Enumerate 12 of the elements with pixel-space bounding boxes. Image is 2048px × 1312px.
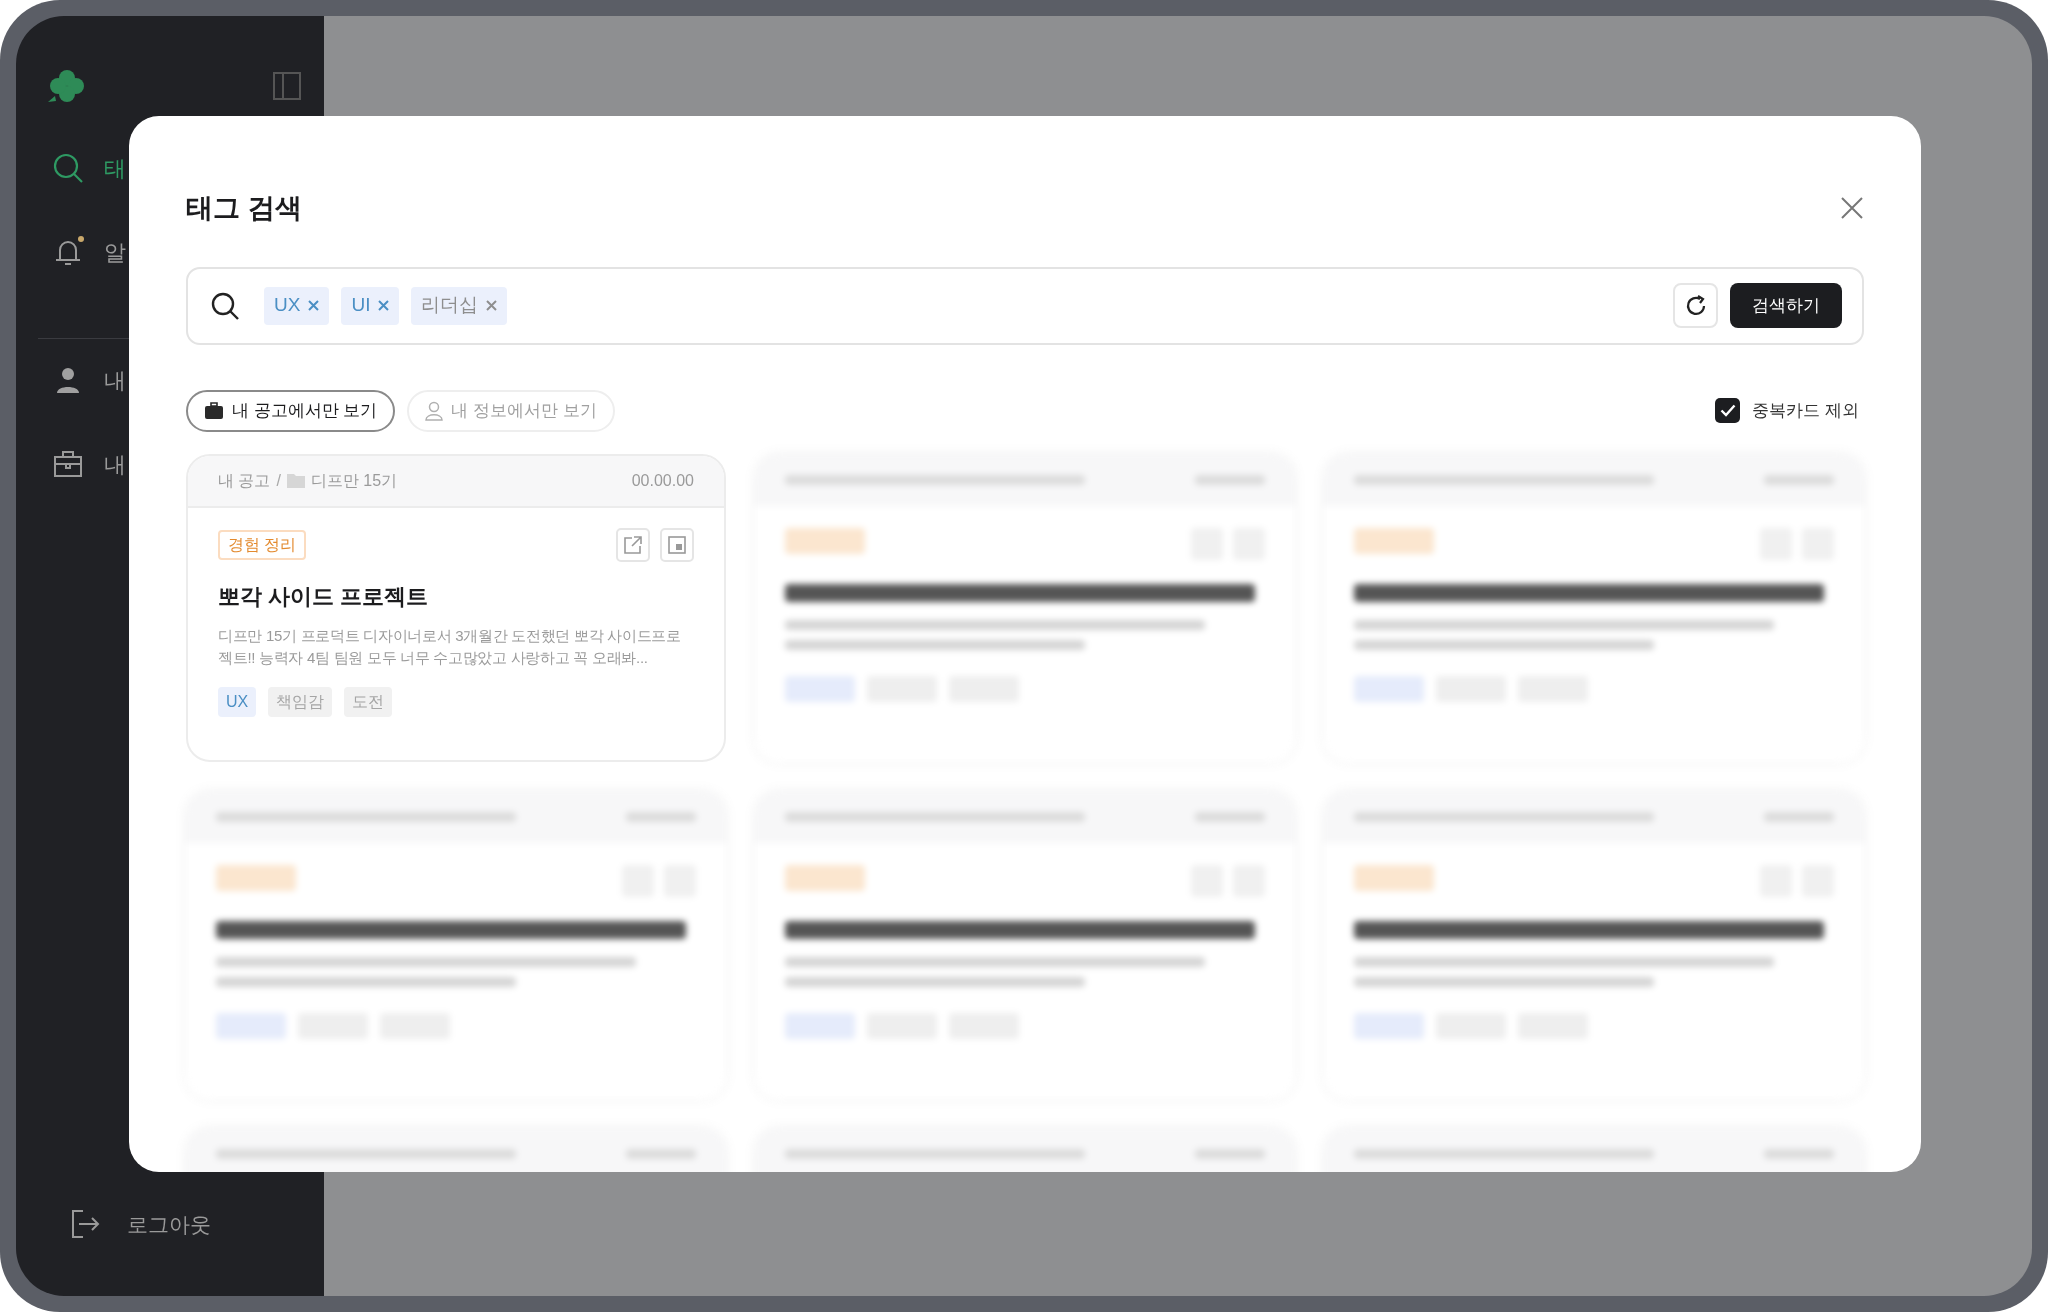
- category-badge: 경험 정리: [218, 529, 307, 560]
- tag-chip: UX: [218, 686, 257, 717]
- card-title: 뽀각 사이드 프로젝트: [218, 582, 430, 611]
- breadcrumb-separator: /: [276, 470, 281, 491]
- card-description: 디프만 15기 프로덕트 디자이너로서 3개월간 도전했던 뽀각 사이드프로젝트!! 능력자 4팀 팀원 모두 너무 수고많았고 사랑하고 꼭 오래봐...: [218, 625, 682, 668]
- modal-title: 태그 검색: [186, 192, 302, 225]
- folder-name: 디프만 15기: [310, 470, 398, 491]
- tag-chip: 책임감: [268, 686, 333, 717]
- tag-chip: 도전: [344, 686, 393, 717]
- breadcrumb-text: 내 공고: [218, 470, 271, 491]
- card-date: 00.00.00: [631, 470, 694, 491]
- checkbox-label: 중복카드 제외: [1752, 399, 1859, 422]
